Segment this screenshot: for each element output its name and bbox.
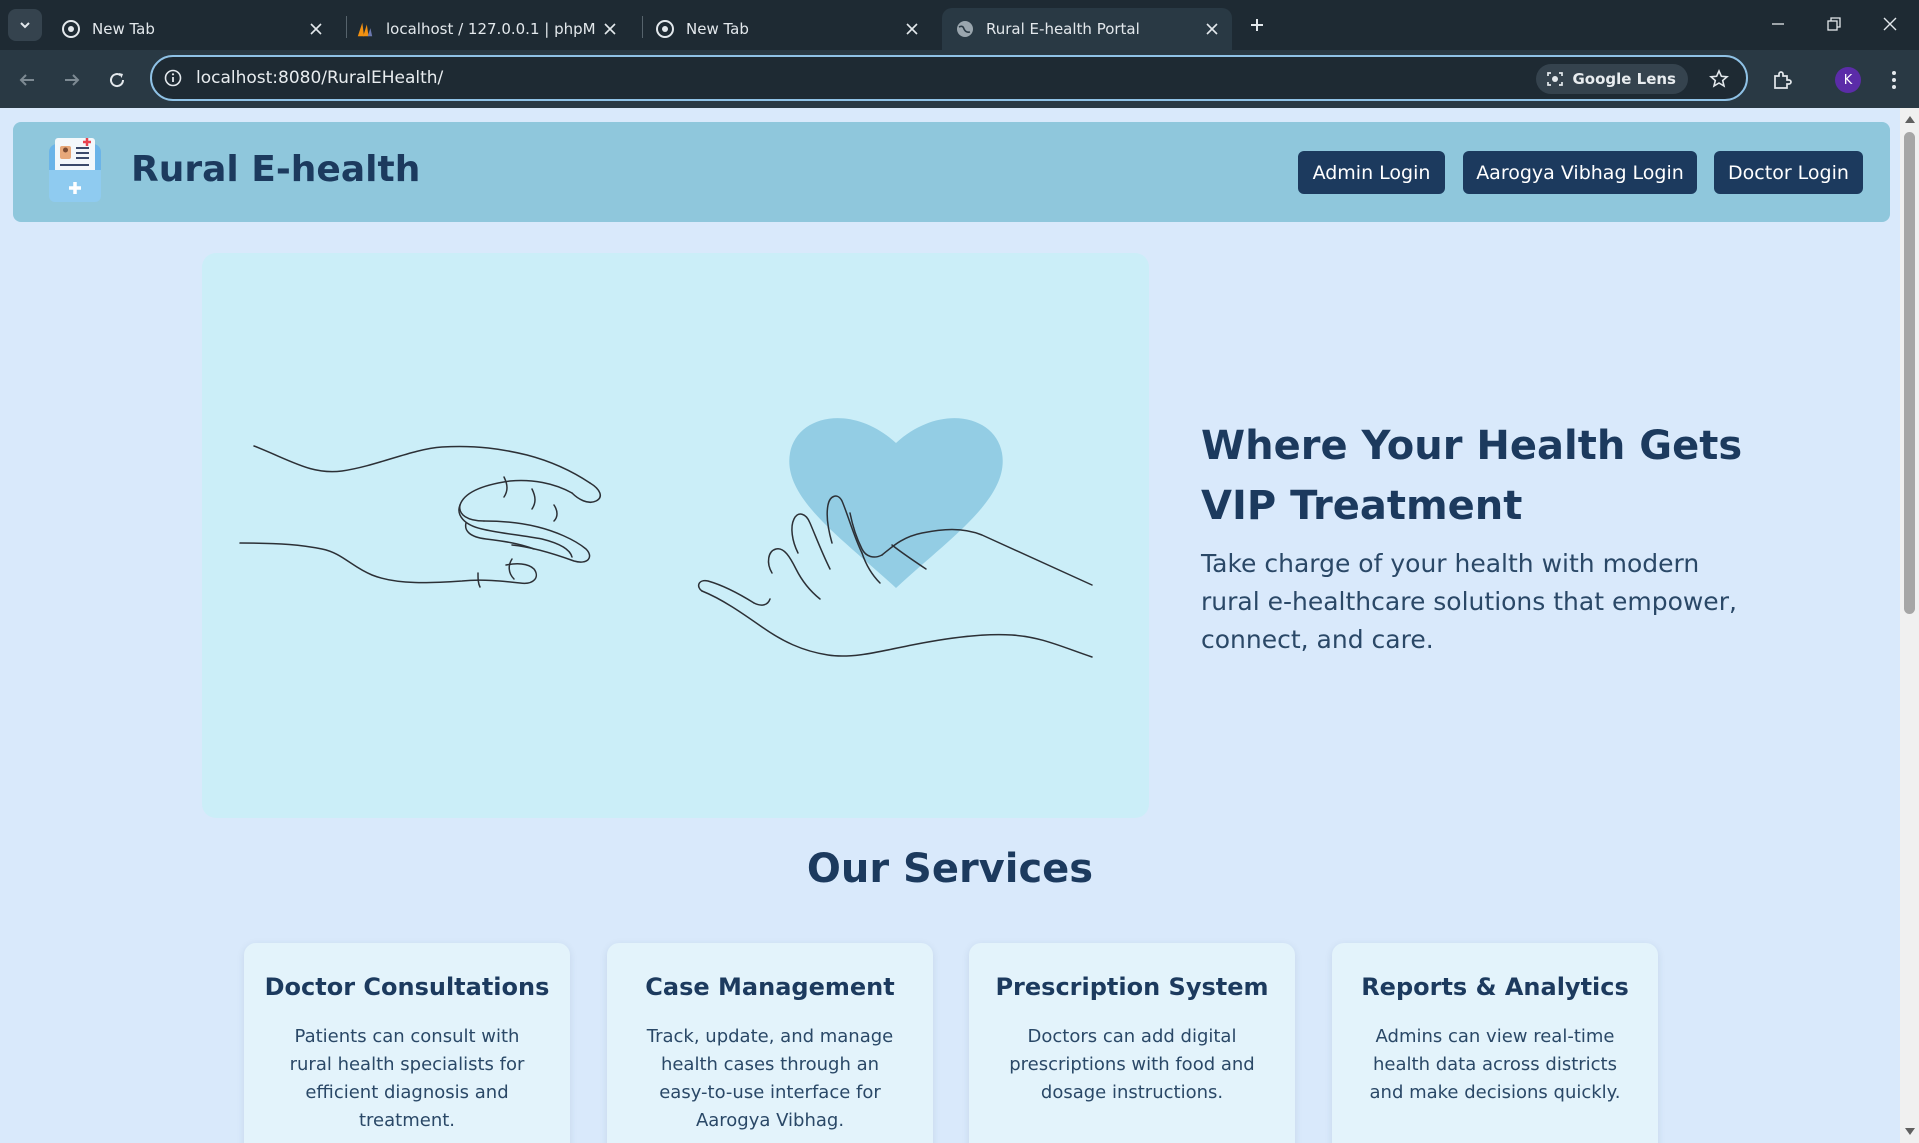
admin-login-button[interactable]: Admin Login <box>1298 151 1445 194</box>
close-window-button[interactable] <box>1864 6 1916 42</box>
scroll-down-arrow-icon[interactable] <box>1905 1128 1915 1135</box>
close-icon <box>1883 17 1897 31</box>
close-tab-icon[interactable] <box>596 15 624 43</box>
tab-title: New Tab <box>92 20 155 38</box>
hero-illustration <box>202 253 1149 818</box>
service-card-doctor-consultations: Doctor Consultations Patients can consul… <box>244 943 570 1143</box>
service-card-title: Doctor Consultations <box>264 973 550 1001</box>
service-card-title: Case Management <box>645 973 895 1001</box>
site-info-icon[interactable] <box>162 67 184 89</box>
scrollbar-thumb[interactable] <box>1904 132 1915 614</box>
address-bar[interactable]: localhost:8080/RuralEHealth/ Google Lens <box>150 55 1748 101</box>
doctor-login-button[interactable]: Doctor Login <box>1714 151 1863 194</box>
reload-button[interactable] <box>100 63 134 97</box>
arrow-left-icon <box>19 74 34 86</box>
page-viewport: Rural E-health Admin Login Aarogya Vibha… <box>0 108 1900 1143</box>
service-card-reports-analytics: Reports & Analytics Admins can view real… <box>1332 943 1658 1143</box>
new-tab-button[interactable] <box>1242 10 1272 40</box>
profile-button[interactable]: K <box>1832 64 1864 96</box>
brand-name: Rural E-health <box>131 149 421 190</box>
tab-search-button[interactable] <box>8 9 42 41</box>
tab-title: Rural E-health Portal <box>986 20 1140 38</box>
chrome-icon <box>62 20 80 38</box>
health-record-logo-icon <box>43 134 109 208</box>
profile-avatar: K <box>1835 67 1861 93</box>
service-card-title: Prescription System <box>995 973 1269 1001</box>
tab-rural-ehealth-portal[interactable]: Rural E-health Portal <box>942 8 1232 50</box>
hero-subtitle: Take charge of your health with modern r… <box>1201 549 1737 654</box>
service-card-text: Doctors can add digital prescriptions wi… <box>1009 1026 1255 1103</box>
close-tab-icon[interactable] <box>898 15 926 43</box>
hero-title: Where Your Health Gets VIP Treatment <box>1201 423 1743 529</box>
service-card-text: Track, update, and manage health cases t… <box>646 1026 894 1131</box>
menu-button[interactable] <box>1878 64 1910 96</box>
url-text[interactable]: localhost:8080/RuralEHealth/ <box>196 68 443 88</box>
back-button[interactable] <box>10 63 44 97</box>
minimize-icon <box>1772 23 1784 25</box>
reload-icon <box>110 73 125 88</box>
restore-button[interactable] <box>1808 6 1860 42</box>
tab-phpmyadmin[interactable]: localhost / 127.0.0.1 | phpMyAdmin <box>342 8 638 50</box>
chrome-icon <box>656 20 674 38</box>
arrow-right-icon <box>65 74 80 86</box>
service-card-text: Admins can view real-time health data ac… <box>1369 1026 1621 1103</box>
bookmark-star-icon[interactable] <box>1706 66 1732 92</box>
forward-button[interactable] <box>55 63 89 97</box>
tab-strip: New Tab localhost / 127.0.0.1 | phpMyAdm… <box>0 0 1919 50</box>
extensions-button[interactable] <box>1766 64 1798 96</box>
tab-title: New Tab <box>686 20 749 38</box>
aarogya-vibhag-login-button[interactable]: Aarogya Vibhag Login <box>1463 151 1697 194</box>
scroll-up-arrow-icon[interactable] <box>1905 116 1915 123</box>
tab-new-tab-1[interactable]: New Tab <box>48 8 336 50</box>
camera-lens-icon <box>1547 72 1564 86</box>
google-lens-button[interactable]: Google Lens <box>1536 64 1688 94</box>
hands-heart-illustration <box>239 418 1093 658</box>
minimize-button[interactable] <box>1752 6 1804 42</box>
more-vertical-icon <box>1892 71 1896 89</box>
close-tab-icon[interactable] <box>1198 15 1226 43</box>
plus-icon <box>1251 19 1263 31</box>
chevron-down-icon <box>20 22 30 29</box>
google-lens-label: Google Lens <box>1572 70 1676 88</box>
services-heading: Our Services <box>806 846 1094 892</box>
service-card-title: Reports & Analytics <box>1361 973 1629 1001</box>
phpmyadmin-icon <box>356 20 374 38</box>
restore-icon <box>1827 17 1841 31</box>
puzzle-icon <box>1774 71 1792 89</box>
globe-icon <box>956 20 974 38</box>
service-card-text: Patients can consult with rural health s… <box>289 1026 525 1131</box>
browser-toolbar: localhost:8080/RuralEHealth/ Google Lens… <box>0 50 1919 108</box>
close-tab-icon[interactable] <box>302 15 330 43</box>
service-card-prescription-system: Prescription System Doctors can add digi… <box>969 943 1295 1143</box>
site-header: Rural E-health Admin Login Aarogya Vibha… <box>13 122 1890 222</box>
service-card-case-management: Case Management Track, update, and manag… <box>607 943 933 1143</box>
page-scrollbar[interactable] <box>1900 108 1919 1143</box>
tab-title: localhost / 127.0.0.1 | phpMyAdmin <box>386 20 596 38</box>
tab-new-tab-2[interactable]: New Tab <box>642 8 932 50</box>
